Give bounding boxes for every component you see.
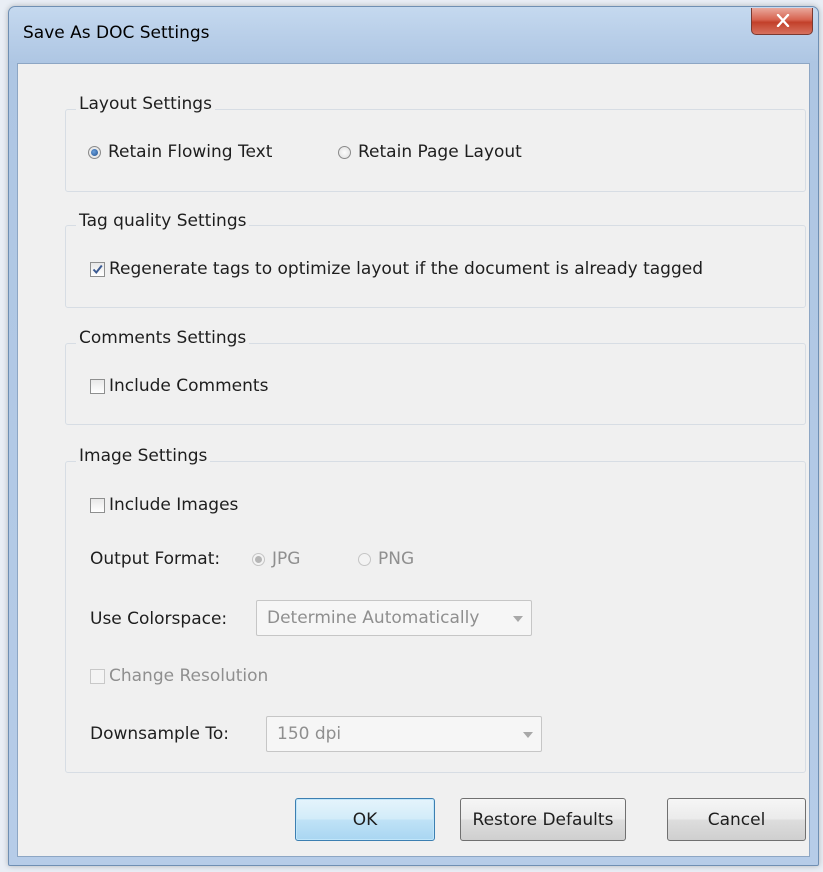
downsample-value: 150 dpi <box>277 724 342 744</box>
include-images-checkbox[interactable] <box>90 497 105 513</box>
chevron-down-icon <box>523 732 533 738</box>
regenerate-tags-checkbox[interactable] <box>90 261 105 277</box>
dialog-window: Save As DOC Settings Layout Settings Ret… <box>8 6 819 866</box>
change-resolution-label: Change Resolution <box>109 666 269 686</box>
include-images-option[interactable]: Include Images <box>90 495 238 515</box>
image-settings-title: Image Settings <box>76 446 211 466</box>
colorspace-dropdown[interactable]: Determine Automatically <box>256 600 532 636</box>
dialog-title: Save As DOC Settings <box>23 23 210 43</box>
retain-page-layout-label: Retain Page Layout <box>358 142 522 162</box>
retain-flowing-text-label: Retain Flowing Text <box>108 142 273 162</box>
chevron-down-icon <box>513 616 523 622</box>
include-comments-checkbox[interactable] <box>90 378 105 394</box>
retain-flowing-text-radio[interactable] <box>88 145 101 159</box>
retain-page-layout-radio[interactable] <box>338 145 351 159</box>
close-button[interactable] <box>751 8 813 35</box>
use-colorspace-label: Use Colorspace: <box>90 609 228 629</box>
png-option[interactable]: PNG <box>358 549 414 569</box>
title-bar[interactable]: Save As DOC Settings <box>9 7 818 63</box>
regenerate-tags-option[interactable]: Regenerate tags to optimize layout if th… <box>90 259 703 279</box>
retain-page-layout-option[interactable]: Retain Page Layout <box>338 142 522 162</box>
jpg-option[interactable]: JPG <box>252 549 300 569</box>
regenerate-tags-label: Regenerate tags to optimize layout if th… <box>109 259 704 279</box>
include-comments-label: Include Comments <box>109 376 269 396</box>
dialog-client-area: Layout Settings Retain Flowing Text Reta… <box>17 63 810 857</box>
checkmark-icon <box>92 264 103 274</box>
close-icon <box>776 14 790 27</box>
colorspace-value: Determine Automatically <box>267 608 480 628</box>
include-images-label: Include Images <box>109 495 239 515</box>
layout-settings-title: Layout Settings <box>76 94 215 114</box>
png-radio[interactable] <box>358 552 371 566</box>
downsample-dropdown[interactable]: 150 dpi <box>266 716 542 752</box>
restore-defaults-button[interactable]: Restore Defaults <box>460 798 626 841</box>
cancel-button[interactable]: Cancel <box>667 798 806 841</box>
jpg-label: JPG <box>272 549 301 569</box>
jpg-radio[interactable] <box>252 552 265 566</box>
include-comments-option[interactable]: Include Comments <box>90 376 268 396</box>
downsample-to-label: Downsample To: <box>90 724 230 744</box>
change-resolution-checkbox[interactable] <box>90 668 105 684</box>
comments-settings-title: Comments Settings <box>76 328 250 348</box>
retain-flowing-text-option[interactable]: Retain Flowing Text <box>88 142 272 162</box>
output-format-label: Output Format: <box>90 549 221 569</box>
tag-quality-settings-title: Tag quality Settings <box>76 211 250 231</box>
png-label: PNG <box>378 549 415 569</box>
ok-button[interactable]: OK <box>295 798 435 841</box>
change-resolution-option[interactable]: Change Resolution <box>90 666 268 686</box>
